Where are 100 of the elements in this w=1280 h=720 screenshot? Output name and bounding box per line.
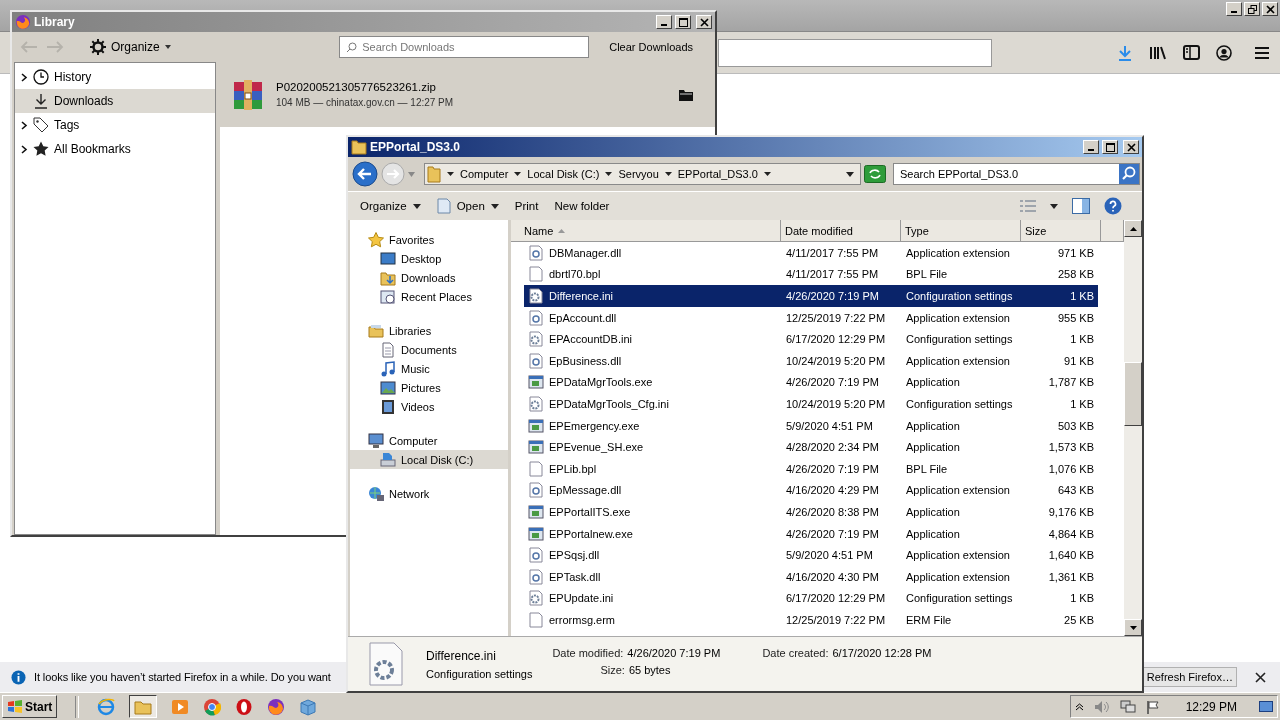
column-header[interactable]: Name xyxy=(511,220,781,242)
breadcrumb-item[interactable]: EPPortal_DS3.0 xyxy=(677,168,758,180)
nav-item[interactable]: Network xyxy=(350,484,508,503)
file-row[interactable]: errormsg.erm 12/25/2019 7:22 PM ERM File 25 KB xyxy=(524,609,1098,631)
caret-icon[interactable] xyxy=(447,172,454,176)
search-field[interactable]: Search Downloads xyxy=(339,36,590,58)
chrome-icon[interactable] xyxy=(203,697,222,716)
window-title: Library xyxy=(34,15,75,29)
clock[interactable]: 12:29 PM xyxy=(1185,699,1237,714)
refresh-button[interactable]: Refresh Firefox… xyxy=(1142,667,1237,687)
nav-item[interactable]: Computer xyxy=(350,431,508,450)
down-arrow-icon[interactable] xyxy=(1129,625,1137,630)
column-header[interactable]: Date modified xyxy=(781,220,901,242)
nav-item[interactable]: Favorites xyxy=(350,230,508,249)
toolbar-button[interactable]: Print xyxy=(508,198,545,214)
firefox-icon[interactable] xyxy=(267,697,286,716)
flag-icon[interactable] xyxy=(1145,699,1160,714)
network-icon[interactable] xyxy=(1119,699,1136,714)
expand-icon[interactable] xyxy=(21,120,28,130)
toolbar-button[interactable]: Organize xyxy=(354,198,427,214)
address-bar[interactable]: Computer Local Disk (C:) Servyou EPPortal_DS3.0 xyxy=(424,163,861,185)
account-icon[interactable] xyxy=(1216,44,1232,61)
menu-icon[interactable] xyxy=(1254,45,1270,60)
file-row[interactable]: EPPortalITS.exe 4/26/2020 8:38 PM Application 9,176 KB xyxy=(524,501,1098,523)
caret-icon[interactable] xyxy=(763,172,771,176)
file-row[interactable]: EpAccount.dll 12/25/2019 7:22 PM Application extension 955 KB xyxy=(524,306,1098,329)
caret-icon[interactable] xyxy=(664,172,672,176)
restore-button[interactable] xyxy=(1244,2,1260,16)
explorer-taskbar-button[interactable] xyxy=(129,695,158,718)
nav-item[interactable]: Videos xyxy=(350,397,508,416)
package-icon[interactable] xyxy=(299,697,318,716)
file-row[interactable]: EPUpdate.ini 6/17/2020 12:29 PM Configuration settings 1 KB xyxy=(524,587,1098,610)
file-row[interactable]: EPAccountDB.ini 6/17/2020 12:29 PM Configuration settings 1 KB xyxy=(524,328,1098,350)
breadcrumb-item[interactable]: Servyou xyxy=(618,168,659,180)
nav-item[interactable]: Libraries xyxy=(350,321,508,340)
file-row[interactable]: EPEmergency.exe 5/9/2020 4:51 PM Application 503 KB xyxy=(524,414,1098,437)
organize-button[interactable]: Organize xyxy=(84,38,177,56)
nav-item[interactable]: Local Disk (C:) xyxy=(350,450,508,469)
caret-icon[interactable] xyxy=(605,172,613,176)
toolbar-button[interactable]: Open xyxy=(430,196,505,216)
search-field[interactable]: Search EPPortal_DS3.0 xyxy=(893,163,1140,185)
toolbar-button[interactable]: New folder xyxy=(548,198,616,214)
nav-item[interactable]: Desktop xyxy=(350,249,508,268)
close-icon[interactable] xyxy=(1255,671,1266,683)
clear-downloads-button[interactable]: Clear Downloads xyxy=(603,40,699,54)
refresh-icon[interactable] xyxy=(864,165,886,183)
sidebar-item[interactable]: History xyxy=(15,65,215,89)
file-row[interactable]: EPLib.bpl 4/26/2020 7:19 PM BPL File 1,076 KB xyxy=(524,457,1098,480)
expand-icon[interactable] xyxy=(21,72,28,82)
chevron-up-icon[interactable] xyxy=(1074,702,1084,711)
size-cell-text: 971 KB xyxy=(1056,246,1095,259)
sidebar-icon[interactable] xyxy=(1183,45,1200,60)
column-header[interactable]: Type xyxy=(901,220,1021,242)
opera-icon[interactable] xyxy=(235,697,254,716)
minimize-button[interactable] xyxy=(1083,140,1099,154)
nav-item[interactable]: Pictures xyxy=(350,378,508,397)
help-icon[interactable] xyxy=(1104,197,1122,215)
dll-file-icon xyxy=(528,568,544,585)
url-field[interactable] xyxy=(718,38,992,67)
breadcrumb-item[interactable]: Local Disk (C:) xyxy=(527,168,600,180)
minimize-button[interactable] xyxy=(1226,2,1242,16)
nav-item[interactable]: Recent Places xyxy=(350,287,508,306)
back-button[interactable] xyxy=(352,161,378,187)
scrollbar[interactable] xyxy=(1124,220,1142,636)
file-row[interactable]: EPDataMgrTools.exe 4/26/2020 7:19 PM Application 1,787 KB xyxy=(524,371,1098,394)
preview-pane-icon[interactable] xyxy=(1072,198,1090,214)
folder-icon[interactable] xyxy=(679,88,693,101)
close-button[interactable] xyxy=(1262,2,1278,16)
maximize-button[interactable] xyxy=(1102,140,1118,154)
file-row[interactable]: EpBusiness.dll 10/24/2019 5:20 PM Application extension 91 KB xyxy=(524,349,1098,372)
file-row[interactable]: dbrtl70.bpl 4/11/2017 7:55 PM BPL File 258 KB xyxy=(524,263,1098,286)
file-row[interactable]: EPSqsj.dll 5/9/2020 4:51 PM Application extension 1,640 KB xyxy=(524,544,1098,566)
file-row[interactable]: EPDataMgrTools_Cfg.ini 10/24/2019 5:20 PM Configuration settings 1 KB xyxy=(524,393,1098,415)
column-header[interactable]: Size xyxy=(1021,220,1101,242)
expand-icon[interactable] xyxy=(21,144,28,154)
scroll-thumb[interactable] xyxy=(1124,362,1142,426)
file-row[interactable]: EPPortalnew.exe 4/26/2020 7:19 PM Application 4,864 KB xyxy=(524,522,1098,545)
file-row[interactable]: EpMessage.dll 4/16/2020 4:29 PM Application extension 643 KB xyxy=(524,479,1098,502)
breadcrumb-item[interactable]: Computer xyxy=(460,168,509,180)
up-arrow-icon[interactable] xyxy=(1129,226,1137,231)
search-icon[interactable] xyxy=(1119,164,1139,184)
nav-item[interactable]: Music xyxy=(350,359,508,378)
caret-icon[interactable] xyxy=(514,172,522,176)
file-row[interactable]: EPTask.dll 4/16/2020 4:30 PM Application extension 1,361 KB xyxy=(524,565,1098,588)
file-row[interactable]: DBManager.dll 4/11/2017 7:55 PM Application extension 971 KB xyxy=(524,242,1098,264)
start-button[interactable]: Start xyxy=(2,695,58,718)
file-row[interactable]: EPEvenue_SH.exe 4/28/2020 2:34 PM Application 1,573 KB xyxy=(524,436,1098,458)
nav-item[interactable]: Downloads xyxy=(350,268,508,287)
sidebar-item[interactable]: Tags xyxy=(15,113,215,137)
close-button[interactable] xyxy=(1123,140,1139,154)
sidebar-item[interactable]: All Bookmarks xyxy=(15,137,215,161)
date-cell-text: 10/24/2019 5:20 PM xyxy=(785,397,887,410)
show-desktop-icon[interactable] xyxy=(1259,700,1273,713)
sidebar-item[interactable]: Downloads xyxy=(15,89,215,113)
dll-file-icon xyxy=(528,482,544,499)
caret-icon[interactable] xyxy=(846,171,854,177)
caret-icon[interactable] xyxy=(1050,203,1058,209)
file-row[interactable]: Difference.ini 4/26/2020 7:19 PM Configuration settings 1 KB xyxy=(524,285,1098,307)
nav-item[interactable]: Documents xyxy=(350,340,508,359)
library-icon[interactable] xyxy=(1149,44,1167,61)
